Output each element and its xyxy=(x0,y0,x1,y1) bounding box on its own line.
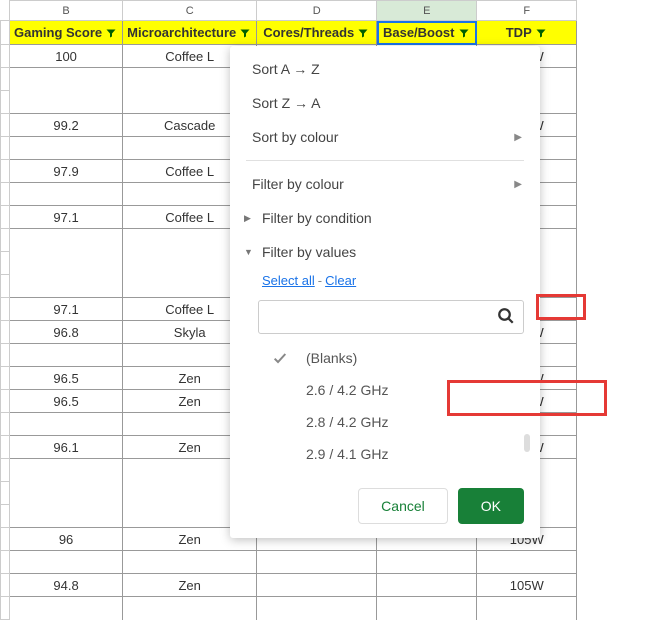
checkmark-icon xyxy=(272,350,288,366)
cell[interactable] xyxy=(10,344,123,367)
cell[interactable] xyxy=(377,551,477,574)
cell[interactable] xyxy=(10,482,123,505)
cell[interactable]: 96 xyxy=(10,528,123,551)
cell[interactable] xyxy=(10,229,123,252)
cancel-button[interactable]: Cancel xyxy=(358,488,448,524)
cell[interactable] xyxy=(477,597,577,620)
column-header[interactable]: Microarchitecture xyxy=(123,21,257,45)
cell[interactable] xyxy=(10,183,123,206)
filter-icon[interactable] xyxy=(534,26,548,40)
column-letter[interactable]: C xyxy=(123,1,257,21)
cell[interactable] xyxy=(10,137,123,160)
cell[interactable] xyxy=(257,574,377,597)
cell[interactable]: Zen xyxy=(123,574,257,597)
filter-value-label: 2.6 / 4.2 GHz xyxy=(306,382,388,398)
cell[interactable] xyxy=(10,597,123,620)
cell[interactable]: 96.5 xyxy=(10,390,123,413)
column-header[interactable]: Cores/Threads xyxy=(257,21,377,45)
column-letter[interactable]: B xyxy=(10,1,123,21)
cell[interactable]: 96.5 xyxy=(10,367,123,390)
filter-icon[interactable] xyxy=(356,26,370,40)
column-header-label: TDP xyxy=(506,25,532,40)
column-header[interactable]: Gaming Score xyxy=(10,21,123,45)
cell[interactable]: 97.1 xyxy=(10,206,123,229)
sort-by-colour[interactable]: Sort by colour▶ xyxy=(230,120,540,154)
column-header-label: Microarchitecture xyxy=(127,25,236,40)
filter-value-option[interactable]: 2.6 / 4.2 GHz xyxy=(258,374,524,406)
filter-icon[interactable] xyxy=(104,26,118,40)
column-letter[interactable]: E xyxy=(377,1,477,21)
column-header-label: Base/Boost xyxy=(383,25,455,40)
sort-z-a[interactable]: Sort Z → A xyxy=(230,86,540,120)
filter-icon[interactable] xyxy=(457,26,471,40)
filter-by-colour[interactable]: Filter by colour▶ xyxy=(230,167,540,201)
cell[interactable]: 97.9 xyxy=(10,160,123,183)
filter-icon[interactable] xyxy=(238,26,252,40)
cell[interactable] xyxy=(10,551,123,574)
cell[interactable]: 94.8 xyxy=(10,574,123,597)
cell[interactable] xyxy=(10,275,123,298)
cell[interactable]: 96.1 xyxy=(10,436,123,459)
column-header-label: Cores/Threads xyxy=(263,25,354,40)
cell[interactable] xyxy=(377,597,477,620)
cell[interactable] xyxy=(10,505,123,528)
cell[interactable] xyxy=(377,574,477,597)
cell[interactable] xyxy=(123,597,257,620)
cell[interactable] xyxy=(10,252,123,275)
collapsed-icon: ▶ xyxy=(244,213,252,224)
filter-value-option[interactable]: 2.9 / 4.1 GHz xyxy=(258,438,524,470)
expanded-icon: ▼ xyxy=(244,247,252,257)
cell[interactable] xyxy=(257,597,377,620)
sort-a-z[interactable]: Sort A → Z xyxy=(230,52,540,86)
cell[interactable]: 100 xyxy=(10,45,123,68)
cell[interactable]: 97.1 xyxy=(10,298,123,321)
column-header[interactable]: TDP xyxy=(477,21,577,45)
ok-button[interactable]: OK xyxy=(458,488,524,524)
filter-values-list: (Blanks) 2.6 / 4.2 GHz 2.8 / 4.2 GHz 2.9 / … xyxy=(258,336,524,476)
cell[interactable] xyxy=(10,68,123,91)
column-letter[interactable]: D xyxy=(257,1,377,21)
search-icon xyxy=(497,307,515,328)
filter-value-option[interactable]: (Blanks) xyxy=(258,342,524,374)
filter-value-label: 2.8 / 4.2 GHz xyxy=(306,414,388,430)
cell[interactable] xyxy=(257,551,377,574)
filter-value-label: 2.9 / 4.1 GHz xyxy=(306,446,388,462)
filter-search-input[interactable] xyxy=(258,300,524,334)
filter-by-values[interactable]: ▼Filter by values xyxy=(230,235,540,269)
cell[interactable]: 99.2 xyxy=(10,114,123,137)
cell[interactable] xyxy=(123,551,257,574)
cell[interactable]: 96.8 xyxy=(10,321,123,344)
cell[interactable]: 105W xyxy=(477,574,577,597)
filter-by-condition[interactable]: ▶Filter by condition xyxy=(230,201,540,235)
column-letter[interactable]: F xyxy=(477,1,577,21)
submenu-arrow-icon: ▶ xyxy=(514,132,522,143)
cell[interactable] xyxy=(477,551,577,574)
cell[interactable] xyxy=(10,91,123,114)
filter-dropdown: Sort A → Z Sort Z → A Sort by colour▶ Fi… xyxy=(230,46,540,538)
column-header[interactable]: Base/Boost xyxy=(377,21,477,45)
clear-link[interactable]: Clear xyxy=(325,273,356,288)
submenu-arrow-icon: ▶ xyxy=(514,179,522,190)
select-all-link[interactable]: Select all xyxy=(262,273,315,288)
cell[interactable] xyxy=(10,459,123,482)
cell[interactable] xyxy=(10,413,123,436)
column-header-label: Gaming Score xyxy=(14,25,102,40)
scrollbar-thumb[interactable] xyxy=(524,434,530,452)
filter-value-option[interactable]: 2.8 / 4.2 GHz xyxy=(258,406,524,438)
filter-value-label: (Blanks) xyxy=(306,350,357,366)
